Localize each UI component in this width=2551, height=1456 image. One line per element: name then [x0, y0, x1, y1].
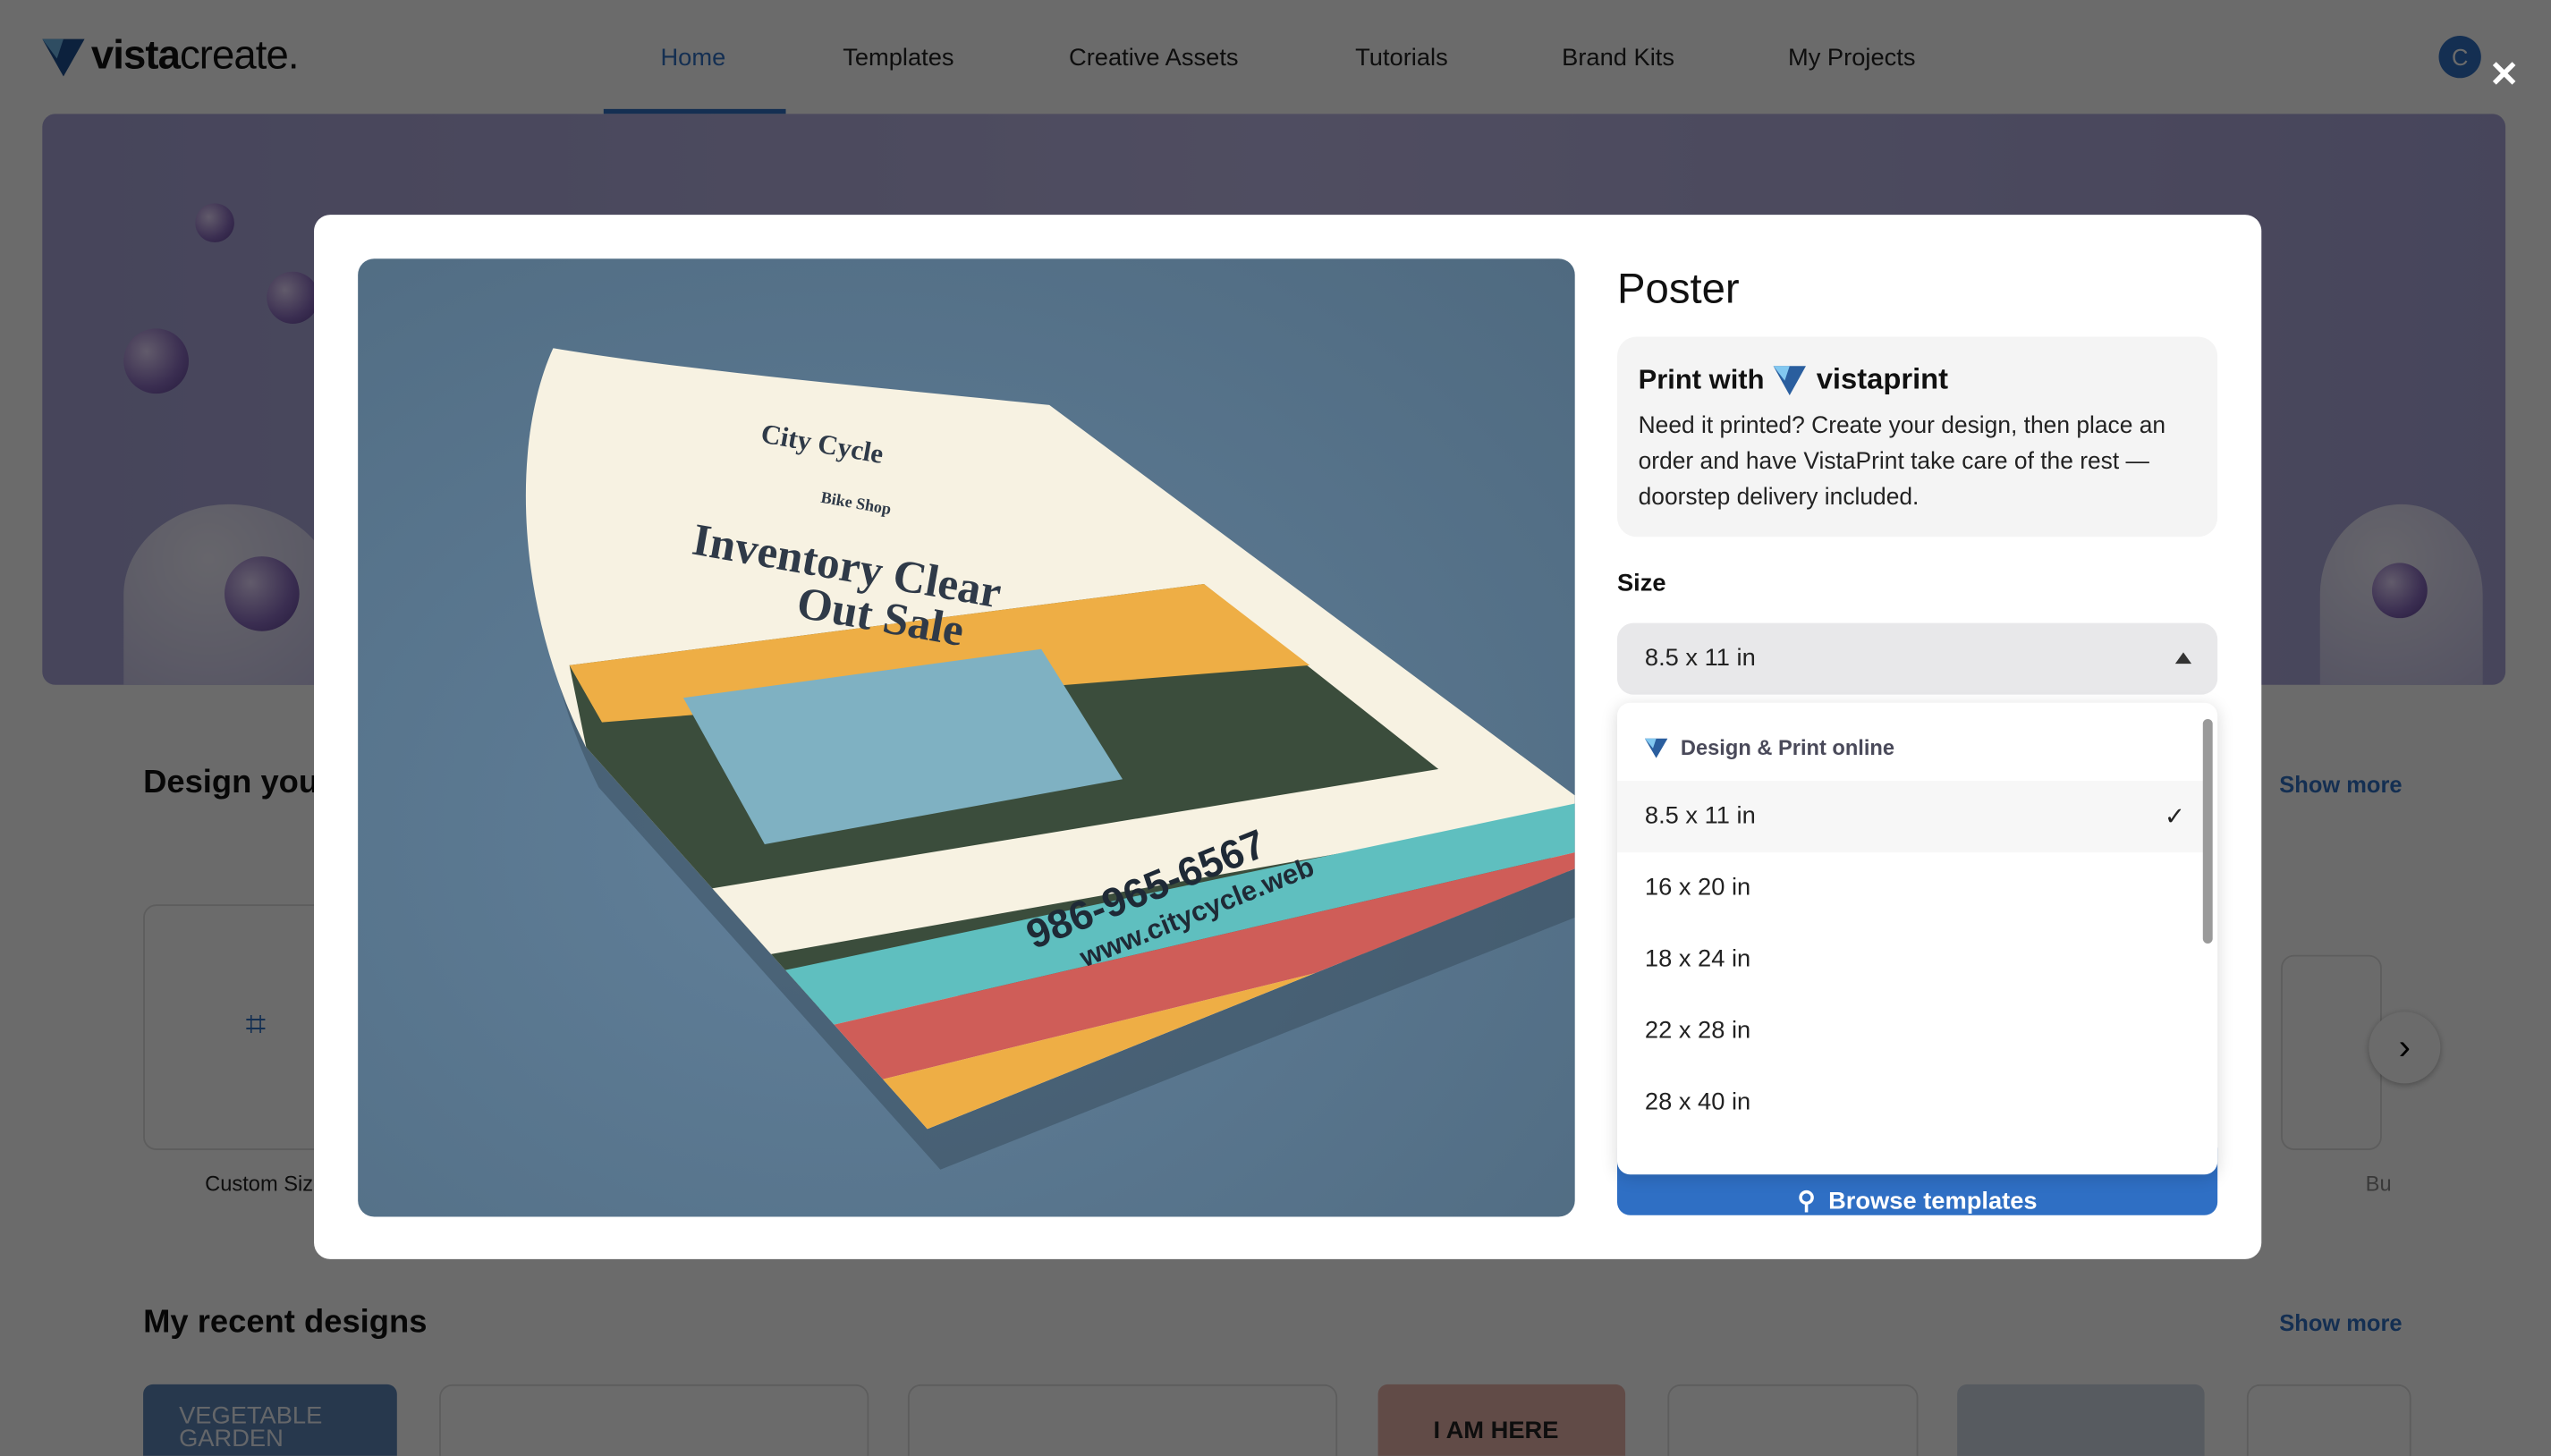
- nav-home[interactable]: Home: [660, 44, 725, 72]
- poster-modal: City Cycle Bike Shop Inventory Clear Out…: [314, 215, 2262, 1259]
- size-option[interactable]: 8.5 x 11 in ✓: [1616, 781, 2205, 853]
- crop-icon: ⌗: [245, 1003, 267, 1045]
- recent-show-more-link[interactable]: Show more: [2279, 1309, 2402, 1335]
- size-option-label: 22 x 28 in: [1644, 1016, 1751, 1045]
- size-dropdown: Design & Print online 8.5 x 11 in ✓ 16 x …: [1616, 702, 2218, 1175]
- poster-preview-image: City Cycle Bike Shop Inventory Clear Out…: [358, 258, 1575, 1217]
- show-more-link[interactable]: Show more: [2279, 771, 2402, 797]
- recent-design-thumb[interactable]: [439, 1384, 869, 1456]
- size-option[interactable]: 18 x 24 in: [1617, 924, 2205, 995]
- carousel-next-button[interactable]: ›: [2369, 1012, 2441, 1084]
- custom-size-card[interactable]: ⌗: [143, 904, 342, 1150]
- recent-design-thumb[interactable]: [1957, 1384, 2205, 1456]
- size-option-label: 8.5 x 11 in: [1644, 801, 1756, 830]
- vistacreate-logo[interactable]: vistacreate.: [42, 32, 300, 80]
- dropdown-header: Design & Print online: [1680, 735, 1895, 760]
- avatar[interactable]: C: [2438, 36, 2481, 79]
- close-icon[interactable]: ✕: [2489, 54, 2520, 96]
- template-card[interactable]: [2281, 954, 2382, 1150]
- nav-brand-kits[interactable]: Brand Kits: [1562, 44, 1674, 72]
- chevron-right-icon: ›: [2398, 1026, 2411, 1068]
- size-option-label: 18 x 24 in: [1644, 944, 1751, 973]
- design-section-title: Design you: [143, 764, 319, 800]
- print-description: Need it printed? Create your design, the…: [1638, 413, 2166, 512]
- recent-design-thumb[interactable]: VEGETABLE GARDEN: [143, 1384, 397, 1456]
- browse-templates-label: Browse templates: [1828, 1187, 2038, 1215]
- selected-size: 8.5 x 11 in: [1644, 644, 1756, 673]
- logo-text: vistacreate.: [90, 32, 300, 79]
- custom-size-label: Custom Size: [205, 1171, 326, 1196]
- recent-design-thumb[interactable]: [2246, 1384, 2411, 1456]
- nav-tutorials[interactable]: Tutorials: [1355, 44, 1448, 72]
- size-option[interactable]: 28 x 40 in: [1617, 1067, 2205, 1139]
- card-label: Bu: [2365, 1171, 2392, 1196]
- nav-creative-assets[interactable]: Creative Assets: [1069, 44, 1239, 72]
- print-with-label: Print with: [1638, 363, 1765, 395]
- vista-logo-icon: [42, 38, 85, 76]
- nav-templates[interactable]: Templates: [843, 44, 953, 72]
- modal-title: Poster: [1616, 263, 1740, 313]
- recent-designs-title: My recent designs: [143, 1304, 428, 1341]
- size-option-label: 16 x 20 in: [1644, 873, 1751, 902]
- recent-design-thumb[interactable]: [907, 1384, 1338, 1456]
- nav-my-projects[interactable]: My Projects: [1788, 44, 1916, 72]
- size-select[interactable]: 8.5 x 11 in: [1616, 622, 2218, 695]
- dropdown-scrollbar[interactable]: [2202, 718, 2213, 944]
- vistaprint-logo-text: vistaprint: [1816, 362, 1949, 395]
- vistaprint-logo-icon: [1774, 365, 1807, 395]
- size-option[interactable]: 22 x 28 in: [1617, 995, 2205, 1067]
- recent-design-thumb[interactable]: [1667, 1384, 1919, 1456]
- caret-up-icon: [2174, 652, 2192, 665]
- size-option-label: 28 x 40 in: [1644, 1088, 1751, 1116]
- recent-design-thumb[interactable]: I AM HERE: [1377, 1384, 1626, 1456]
- vistaprint-logo-icon: [1644, 737, 1668, 758]
- print-with-vistaprint-box: Print with vistaprint Need it printed? C…: [1616, 336, 2218, 538]
- size-label: Size: [1616, 569, 1666, 597]
- size-option[interactable]: 16 x 20 in: [1617, 852, 2205, 924]
- search-icon: ⚲: [1797, 1187, 1816, 1215]
- checkmark-icon: ✓: [2164, 803, 2185, 832]
